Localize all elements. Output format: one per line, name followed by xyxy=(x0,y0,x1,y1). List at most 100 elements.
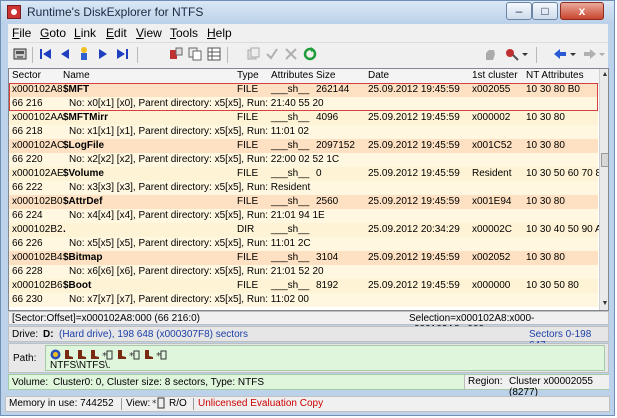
table-row[interactable]: x000102B6 $Boot FILE ___sh__ 8192 25.09.2012 … xyxy=(9,279,598,307)
cell-type: FILE xyxy=(237,168,259,179)
row-main[interactable]: x000102B6 $Boot FILE ___sh__ 8192 25.09.2012 … xyxy=(9,279,598,293)
cell-nt: 10 30 40 50 90 A xyxy=(526,224,602,235)
cancel-icon[interactable] xyxy=(282,46,300,64)
cell-date: 25.09.2012 19:45:59 xyxy=(368,84,460,95)
up-icon[interactable] xyxy=(75,46,93,64)
view-mode-icon[interactable]: * xyxy=(152,397,166,412)
copy-icon[interactable] xyxy=(186,46,204,64)
title-bar[interactable]: Runtime's DiskExplorer for NTFS – □ x xyxy=(1,1,614,23)
table-row[interactable]: x000102AE $Volume FILE ___sh__ 0 25.09.2012 1… xyxy=(9,167,601,195)
view-mode[interactable]: R/O xyxy=(169,398,187,409)
row-detail[interactable]: 66 224 No: x4[x4] [x4], Parent directory:… xyxy=(9,209,598,223)
minimize-button[interactable]: – xyxy=(506,2,532,20)
first-icon[interactable] xyxy=(37,46,55,64)
region-label: Region: xyxy=(468,376,503,387)
cell-name: $LogFile xyxy=(63,140,105,151)
scroll-down-icon[interactable]: ▼ xyxy=(600,298,608,310)
cell-attrs: ___sh__ xyxy=(271,140,310,151)
cell-nt: 10 30 50 80 xyxy=(526,280,579,291)
row-main[interactable]: x000102AE $Volume FILE ___sh__ 0 25.09.2012 1… xyxy=(9,167,601,181)
row-detail[interactable]: 66 230 No: x7[x7] [x7], Parent directory:… xyxy=(9,293,598,307)
column-header-name[interactable]: Name xyxy=(63,70,90,81)
svg-text:*: * xyxy=(129,351,134,360)
refresh-icon[interactable] xyxy=(301,46,319,64)
row-main[interactable]: x000102B2. DIR ___sh__ 25.09.2012 20:34:29 x… xyxy=(9,223,602,237)
column-header-nt-attributes[interactable]: NT Attributes xyxy=(526,70,584,81)
menu-goto[interactable]: Goto xyxy=(40,26,66,40)
boot-icon[interactable] xyxy=(143,349,154,363)
hand-icon[interactable] xyxy=(481,46,499,64)
close-button[interactable]: x xyxy=(560,2,604,20)
menu-bar: File Goto Link Edit View Tools Help xyxy=(8,24,608,42)
column-header-sector[interactable]: Sector xyxy=(12,70,41,81)
apply-icon[interactable] xyxy=(263,46,281,64)
row-main[interactable]: x000102AC $LogFile FILE ___sh__ 2097152 25.09… xyxy=(9,139,598,153)
cell-sector-decimal: 66 220 xyxy=(12,154,43,165)
drive-letter: D: xyxy=(43,329,54,340)
column-header-date[interactable]: Date xyxy=(368,70,389,81)
maximize-button[interactable]: □ xyxy=(532,2,558,20)
cell-sector: x000102B2 xyxy=(12,224,63,235)
cell-cluster: x000002 xyxy=(472,112,511,123)
cell-nt: 10 30 80 B0 xyxy=(526,84,580,95)
cell-detail: No: x6[x6] [x6], Parent directory: x5[x5… xyxy=(69,266,324,277)
row-detail[interactable]: 66 226 No: x5[x5] [x5], Parent directory:… xyxy=(9,237,598,251)
row-detail[interactable]: 66 220 No: x2[x2] [x2], Parent directory:… xyxy=(9,153,598,167)
column-header-type[interactable]: Type xyxy=(237,70,259,81)
back-dropdown-icon[interactable] xyxy=(568,46,578,64)
table-row[interactable]: x000102A8 $MFT FILE ___sh__ 262144 25.09.2012… xyxy=(9,83,598,111)
cell-cluster: Resident xyxy=(472,168,512,179)
folder-link-icon[interactable]: * xyxy=(156,349,167,363)
table-row[interactable]: x000102B0 $AttrDef FILE ___sh__ 2560 25.09.20… xyxy=(9,195,598,223)
column-header-size[interactable]: Size xyxy=(316,70,335,81)
table-row[interactable]: x000102AA $MFTMirr FILE ___sh__ 4096 25.09.20… xyxy=(9,111,598,139)
row-detail[interactable]: 66 218 No: x1[x1] [x1], Parent directory:… xyxy=(9,125,598,139)
menu-view[interactable]: View xyxy=(136,26,162,40)
directory-listing: Sector Name Type Attributes Size Date 1st clus… xyxy=(8,68,609,311)
boot-icon[interactable] xyxy=(116,349,127,363)
palette-dropdown-icon[interactable] xyxy=(520,46,530,64)
column-header: Sector Name Type Attributes Size Date 1st clus… xyxy=(9,69,599,84)
row-detail[interactable]: 66 216 No: x0[x1] [x0], Parent directory:… xyxy=(9,97,598,111)
cell-type: FILE xyxy=(237,252,259,263)
view-label: View: xyxy=(126,398,151,409)
cell-nt: 10 30 80 xyxy=(526,112,565,123)
palette-icon[interactable] xyxy=(503,46,521,64)
row-main[interactable]: x000102AA $MFTMirr FILE ___sh__ 4096 25.09.20… xyxy=(9,111,598,125)
vertical-scrollbar[interactable]: ▲ ▼ xyxy=(599,69,608,310)
table-row[interactable]: x000102B4 $Bitmap FILE ___sh__ 3104 25.09.201… xyxy=(9,251,598,279)
svg-text:*: * xyxy=(102,351,107,360)
column-header-attributes[interactable]: Attributes xyxy=(271,70,313,81)
grid-icon[interactable] xyxy=(205,46,223,64)
menu-link[interactable]: Link xyxy=(74,26,96,40)
forward-dropdown-icon[interactable] xyxy=(597,46,607,64)
cell-name: . xyxy=(63,224,66,235)
menu-edit[interactable]: Edit xyxy=(106,26,127,40)
row-detail[interactable]: 66 222 No: x3[x3] [x3], Parent directory:… xyxy=(9,181,598,195)
row-detail[interactable]: 66 228 No: x6[x6] [x6], Parent directory:… xyxy=(9,265,598,279)
row-main[interactable]: x000102A8 $MFT FILE ___sh__ 262144 25.09.2012… xyxy=(9,83,598,97)
row-main[interactable]: x000102B4 $Bitmap FILE ___sh__ 3104 25.09.201… xyxy=(9,251,598,265)
next-icon[interactable] xyxy=(94,46,112,64)
path-text[interactable]: NTFS\NTFS\. xyxy=(50,360,111,371)
cell-sector: x000102AE xyxy=(12,168,64,179)
open-drive-icon[interactable] xyxy=(11,46,29,64)
marker-icon[interactable] xyxy=(167,46,185,64)
menu-help[interactable]: Help xyxy=(207,26,232,40)
previous-icon[interactable] xyxy=(56,46,74,64)
scroll-thumb[interactable] xyxy=(601,153,608,167)
table-row[interactable]: x000102AC $LogFile FILE ___sh__ 2097152 25.09… xyxy=(9,139,598,167)
clone-icon[interactable] xyxy=(244,46,262,64)
back-icon[interactable] xyxy=(551,46,569,64)
last-icon[interactable] xyxy=(113,46,131,64)
table-row[interactable]: x000102B2. DIR ___sh__ 25.09.2012 20:34:29 x… xyxy=(9,223,602,251)
menu-file[interactable]: File xyxy=(12,26,31,40)
folder-link-icon[interactable]: * xyxy=(129,349,140,363)
menu-tools[interactable]: Tools xyxy=(170,26,198,40)
cell-sector-decimal: 66 230 xyxy=(12,294,43,305)
path-bar: Path: * * * NTFS\NTFS\. xyxy=(8,343,609,373)
cell-nt: 10 30 80 xyxy=(526,140,565,151)
row-main[interactable]: x000102B0 $AttrDef FILE ___sh__ 2560 25.09.20… xyxy=(9,195,598,209)
scroll-up-icon[interactable]: ▲ xyxy=(600,69,608,81)
column-header-1st-cluster[interactable]: 1st cluster xyxy=(472,70,518,81)
